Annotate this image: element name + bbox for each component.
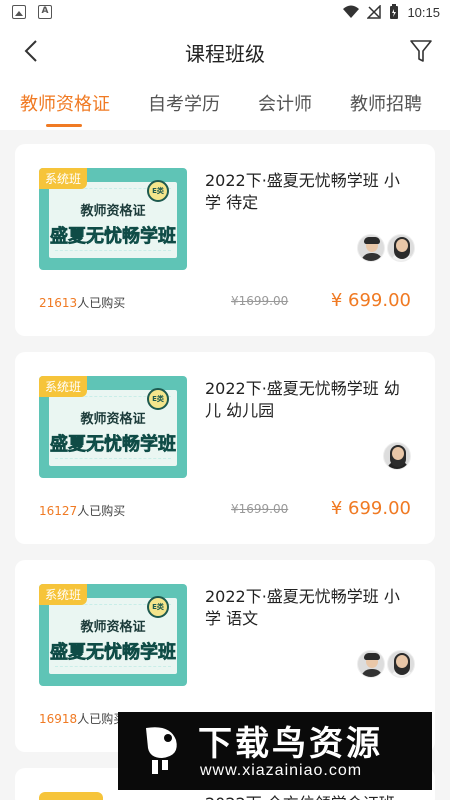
course-title: 2022下·盛夏无忧畅学班 小学 语文 [205,587,400,628]
sale-price: ¥ 699.00 [330,498,411,519]
buyer-count: 16918人已购买 [39,712,126,726]
original-price: ¥1699.00 [231,294,289,308]
tab-teacher-qualification[interactable]: 教师资格证 [20,90,110,116]
thumbnail-title: 盛夏无忧畅学班 [50,434,177,456]
buyer-count: 21613人已购买 [39,296,126,310]
status-time: 10:15 [407,4,440,20]
gallery-notification-icon [12,5,26,19]
teacher-avatars [357,234,415,262]
teacher-avatar [357,650,385,678]
teacher-avatars [357,650,415,678]
watermark-banner: 下载鸟资源 www.xiazainiao.com [118,712,432,790]
teacher-avatar [383,442,411,470]
navigation-bar: 课程班级 [0,26,450,76]
status-bar: A 10:15 [0,0,450,26]
thumbnail-subtitle: 教师资格证 [80,620,146,635]
thumbnail-subtitle: 教师资格证 [80,412,146,427]
thumbnail-badge: E类 [147,388,169,410]
bird-logo-icon [146,727,177,774]
font-notification-icon: A [38,5,52,19]
original-price: ¥1699.00 [231,502,289,516]
status-right-icons: 10:15 [343,4,440,20]
teacher-avatar [387,650,415,678]
status-left-icons: A [12,5,52,19]
wifi-icon [343,5,360,18]
course-thumbnail: 系统班 教师资格证 盛夏无忧畅学班 E类 [39,168,187,270]
sale-price: ¥ 699.00 [330,290,411,311]
battery-icon [390,4,399,19]
course-title: 2022下·盛夏无忧畅学班 小学 待定 [205,171,400,212]
teacher-avatars [383,442,411,470]
thumbnail-title: 盛夏无忧畅学班 [50,226,177,248]
no-signal-icon [367,5,382,19]
teacher-avatar [387,234,415,262]
tab-teacher-recruitment[interactable]: 教师招聘 [350,90,422,116]
class-type-tag [39,792,103,800]
category-tabs: 教师资格证 自考学历 会计师 教师招聘 [0,76,450,130]
watermark-title: 下载鸟资源 [198,724,383,764]
thumbnail-subtitle: 教师资格证 [80,204,146,219]
tab-self-study-degree[interactable]: 自考学历 [148,90,220,116]
class-type-tag: 系统班 [39,584,88,605]
filter-button[interactable] [408,38,434,64]
course-title: 2022下·全方位领学会证班 [205,790,395,800]
course-card[interactable]: 系统班 教师资格证 盛夏无忧畅学班 E类 2022下·盛夏无忧畅学班 小学 待定… [15,144,435,336]
filter-icon [410,40,432,62]
course-card[interactable]: 系统班 教师资格证 盛夏无忧畅学班 E类 2022下·盛夏无忧畅学班 幼儿 幼儿… [15,352,435,544]
watermark-url: www.xiazainiao.com [200,762,363,779]
course-title: 2022下·盛夏无忧畅学班 幼儿 幼儿园 [205,379,400,420]
class-type-tag: 系统班 [39,168,88,189]
thumbnail-badge: E类 [147,180,169,202]
course-thumbnail: 系统班 教师资格证 盛夏无忧畅学班 E类 [39,376,187,478]
teacher-avatar [357,234,385,262]
thumbnail-badge: E类 [147,596,169,618]
course-thumbnail: 系统班 教师资格证 盛夏无忧畅学班 E类 [39,584,187,686]
buyer-count: 16127人已购买 [39,504,126,518]
tab-accountant[interactable]: 会计师 [258,90,312,116]
class-type-tag: 系统班 [39,376,88,397]
page-title: 课程班级 [185,42,265,66]
thumbnail-title: 盛夏无忧畅学班 [50,642,177,664]
active-tab-indicator [46,124,82,127]
